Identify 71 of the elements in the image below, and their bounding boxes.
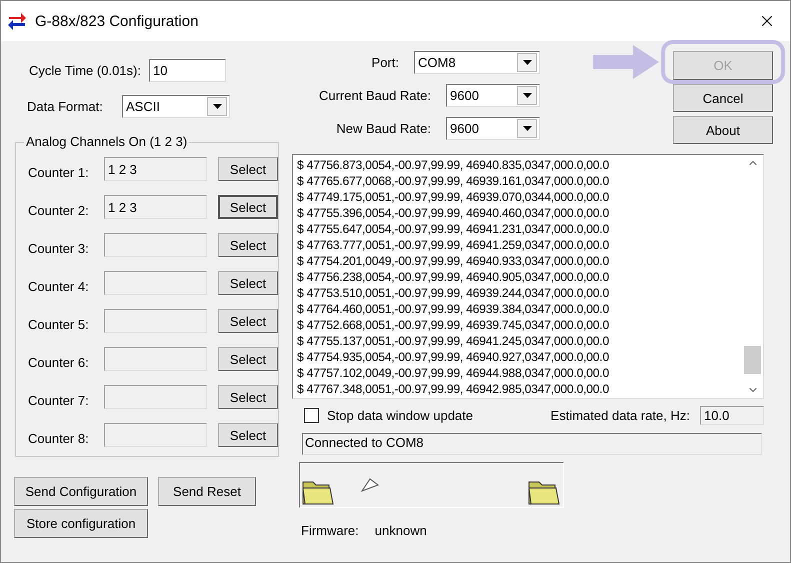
counter-label: Counter 6: [28, 354, 90, 370]
log-line: $ 47755.137,0051,-00.97,99.99, 46941.245,0347,000.0,00.0 [297, 333, 610, 349]
action-button[interactable]: Send Reset [158, 477, 256, 506]
window-title: G-88x/823 Configuration [35, 12, 200, 30]
channels-field[interactable]: 1 2 3 [104, 157, 207, 181]
log-line: $ 47757.102,0049,-00.97,99.99, 46944.988,0347,000.0,00.0 [297, 365, 610, 381]
channels-field[interactable] [104, 385, 207, 409]
log-line: $ 47749.175,0051,-00.97,99.99, 46939.070,0344,000.0,00.0 [297, 189, 610, 205]
caret-icon [522, 60, 532, 65]
status-field: Connected to COM8 [302, 433, 762, 455]
select-button[interactable]: Select [218, 385, 278, 409]
data-rate-field[interactable]: 10.0 [700, 406, 764, 425]
counter-label: Counter 7: [28, 392, 90, 408]
log-line: $ 47767.348,0051,-00.97,99.99, 46942.985,0347,000.0,00.0 [297, 381, 610, 397]
select-button[interactable]: Select [218, 423, 278, 447]
annotation-arrow [593, 45, 659, 79]
log-line: $ 47756.238,0054,-00.97,99.99, 46940.905,0347,000.0,00.0 [297, 269, 610, 285]
caret-icon [212, 104, 222, 109]
checkbox-label[interactable]: Stop data window update [327, 408, 551, 423]
counter-label: Counter 2: [28, 202, 90, 218]
select-button[interactable]: Select [218, 233, 278, 257]
action-button[interactable]: Send Configuration [14, 477, 148, 506]
channels-field[interactable] [104, 271, 207, 295]
channels-field[interactable] [104, 347, 207, 371]
field-label: New Baud Rate: [336, 121, 431, 136]
select-button[interactable]: Select [218, 347, 278, 371]
log-line: $ 47753.510,0051,-00.97,99.99, 46939.244,0347,000.0,00.0 [297, 285, 610, 301]
field-label: Cycle Time (0.01s): [29, 63, 141, 78]
arrows-icon [7, 11, 27, 31]
field-label: Estimated data rate, Hz: [550, 408, 690, 423]
log-line: $ 47764.460,0051,-00.97,99.99, 46939.384,0347,000.0,00.0 [297, 301, 610, 317]
log-line: $ 47752.668,0051,-00.97,99.99, 46939.745,0347,000.0,00.0 [297, 317, 610, 333]
select-button[interactable]: Select [218, 195, 278, 219]
log-line: $ 47756.873,0054,-00.97,99.99, 46940.835,0347,000.0,00.0 [297, 157, 610, 173]
select-button[interactable]: Select [218, 309, 278, 333]
group-title: Analog Channels On (1 2 3) [24, 134, 190, 149]
log-line: $ 47765.677,0068,-00.97,99.99, 46939.161,0347,000.0,00.0 [297, 173, 610, 189]
firmware-label: Firmware: [301, 523, 359, 538]
counter-label: Counter 8: [28, 430, 90, 446]
caret-icon [522, 126, 532, 131]
wedge-icon [360, 477, 380, 493]
channels-field[interactable] [104, 309, 207, 333]
scroll-thumb[interactable] [744, 346, 761, 374]
log-line: $ 47755.396,0054,-00.97,99.99, 46940.460,0347,000.0,00.0 [297, 205, 610, 221]
log-line: $ 47755.647,0054,-00.97,99.99, 46941.231,0347,000.0,00.0 [297, 221, 610, 237]
counter-label: Counter 5: [28, 316, 90, 332]
field-label: Port: [372, 55, 399, 70]
field-label: Data Format: [27, 99, 104, 114]
firmware-value: unknown [374, 523, 427, 538]
action-button[interactable]: Store configuration [14, 509, 148, 538]
channels-field[interactable]: 1 2 3 [104, 195, 207, 219]
field-label: Current Baud Rate: [318, 88, 431, 103]
counter-label: Counter 4: [28, 278, 90, 294]
cycle-time-field[interactable]: 10 [148, 59, 226, 82]
log-line: $ 47754.201,0049,-00.97,99.99, 46940.933,0347,000.0,00.0 [297, 253, 610, 269]
log-line: $ 47763.777,0051,-00.97,99.99, 46941.259,0347,000.0,00.0 [297, 237, 610, 253]
counter-label: Counter 3: [28, 240, 90, 256]
log-line: $ 47754.935,0054,-00.97,99.99, 46940.927,0347,000.0,00.0 [297, 349, 610, 365]
channels-field[interactable] [104, 233, 207, 257]
dialog-button[interactable]: Cancel [673, 84, 773, 112]
dropdown[interactable]: ASCII [122, 95, 230, 118]
select-button[interactable]: Select [218, 271, 278, 295]
counter-label: Counter 1: [28, 164, 90, 180]
dropdown[interactable]: 9600 [446, 84, 540, 107]
dropdown[interactable]: 9600 [446, 117, 540, 140]
dropdown[interactable]: COM8 [414, 51, 540, 74]
caret-icon [522, 93, 532, 98]
checkbox[interactable] [304, 408, 319, 423]
channels-field[interactable] [104, 423, 207, 447]
select-button[interactable]: Select [218, 157, 278, 181]
dialog-button[interactable]: About [673, 116, 773, 144]
